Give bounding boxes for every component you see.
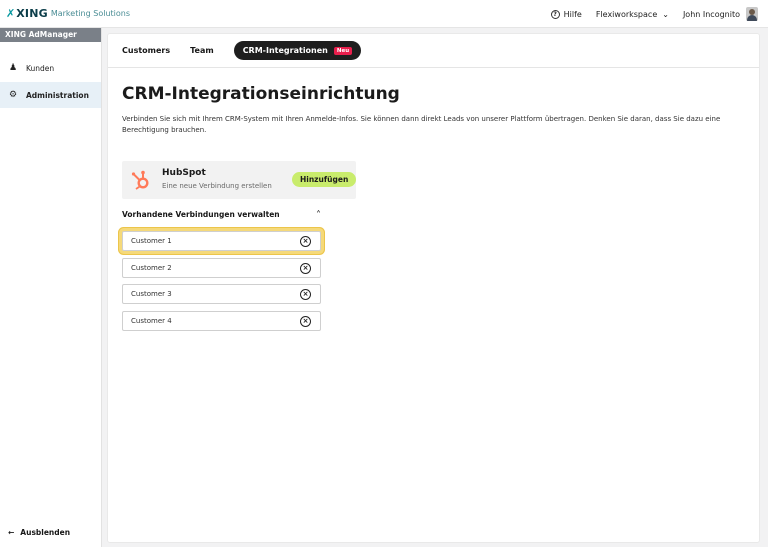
sidebar-title: XING AdManager: [0, 28, 101, 42]
remove-connection-icon[interactable]: ×: [300, 236, 311, 247]
hubspot-logo-icon: [131, 170, 149, 190]
workspace-label: Flexiworkspace: [595, 9, 658, 19]
xing-logo-icon: ✗: [6, 7, 16, 20]
list-item[interactable]: Customer 4 ×: [122, 310, 321, 331]
help-link[interactable]: ? Hilfe: [550, 9, 582, 19]
tab-customers[interactable]: Customers: [122, 41, 170, 60]
hubspot-subtitle: Eine neue Verbindung erstellen: [162, 182, 272, 190]
tab-team[interactable]: Team: [190, 41, 214, 60]
gear-icon: ⚙: [8, 90, 18, 100]
sidebar: XING AdManager ♟ Kunden ⚙ Administration…: [0, 28, 102, 547]
remove-connection-icon[interactable]: ×: [300, 315, 311, 327]
connection-name: Customer 3: [131, 290, 172, 298]
page-title: CRM-Integrationseinrichtung: [122, 84, 400, 104]
tab-label: CRM-Integrationen: [242, 46, 328, 55]
top-nav: ? Hilfe Flexiworkspace ⌄ John Incognito: [550, 0, 758, 28]
remove-connection-icon[interactable]: ×: [300, 262, 311, 274]
avatar: [746, 7, 758, 21]
connection-name: Customer 1: [131, 237, 172, 245]
chevron-up-icon: ˄: [316, 210, 321, 221]
main-panel: Customers Team CRM-Integrationen Neu CRM…: [107, 33, 760, 543]
tab-bar: Customers Team CRM-Integrationen Neu: [108, 34, 759, 68]
sidebar-item-label: Administration: [26, 90, 89, 100]
list-item[interactable]: Customer 2 ×: [122, 257, 321, 278]
sidebar-item-administration[interactable]: ⚙ Administration: [0, 82, 101, 108]
collapse-label: Ausblenden: [20, 528, 71, 537]
top-bar: ✗ XING Marketing Solutions ? Hilfe Flexi…: [0, 0, 768, 28]
connections-toggle[interactable]: Vorhandene Verbindungen verwalten ˄: [122, 210, 321, 222]
help-label: Hilfe: [563, 9, 582, 19]
list-item[interactable]: Customer 3 ×: [122, 284, 321, 304]
brand-name: XING: [16, 7, 48, 20]
help-icon: ?: [550, 9, 560, 19]
brand-logo[interactable]: ✗ XING Marketing Solutions: [0, 7, 130, 20]
hubspot-name: HubSpot: [162, 168, 206, 178]
user-menu[interactable]: John Incognito: [683, 7, 758, 21]
workspace-dropdown[interactable]: Flexiworkspace ⌄: [596, 10, 669, 19]
connections-list: Customer 1 × Customer 2 × Customer 3 × C…: [122, 231, 321, 337]
people-icon: ♟: [8, 63, 18, 73]
tab-label: Team: [190, 46, 214, 55]
connection-name: Customer 4: [131, 316, 172, 325]
chevron-down-icon: ⌄: [662, 9, 669, 19]
page-description: Verbinden Sie sich mit Ihrem CRM-System …: [122, 115, 721, 134]
list-item[interactable]: Customer 1 ×: [122, 231, 321, 251]
user-name: John Incognito: [682, 9, 740, 19]
new-badge: Neu: [333, 46, 353, 55]
collapse-sidebar-button[interactable]: ← Ausblenden: [8, 528, 70, 537]
remove-connection-icon[interactable]: ×: [300, 289, 311, 300]
connections-header: Vorhandene Verbindungen verwalten: [122, 210, 280, 219]
brand-subtitle: Marketing Solutions: [50, 9, 130, 18]
tab-crm-integrationen[interactable]: CRM-Integrationen Neu: [233, 41, 362, 60]
connection-name: Customer 2: [131, 263, 172, 272]
add-hubspot-button[interactable]: Hinzufügen: [292, 172, 357, 187]
sidebar-item-kunden[interactable]: ♟ Kunden: [0, 56, 101, 80]
hubspot-card: HubSpot Eine neue Verbindung erstellen H…: [122, 161, 357, 199]
tab-label: Customers: [122, 46, 171, 55]
arrow-left-icon: ←: [8, 528, 15, 537]
sidebar-item-label: Kunden: [26, 63, 55, 73]
